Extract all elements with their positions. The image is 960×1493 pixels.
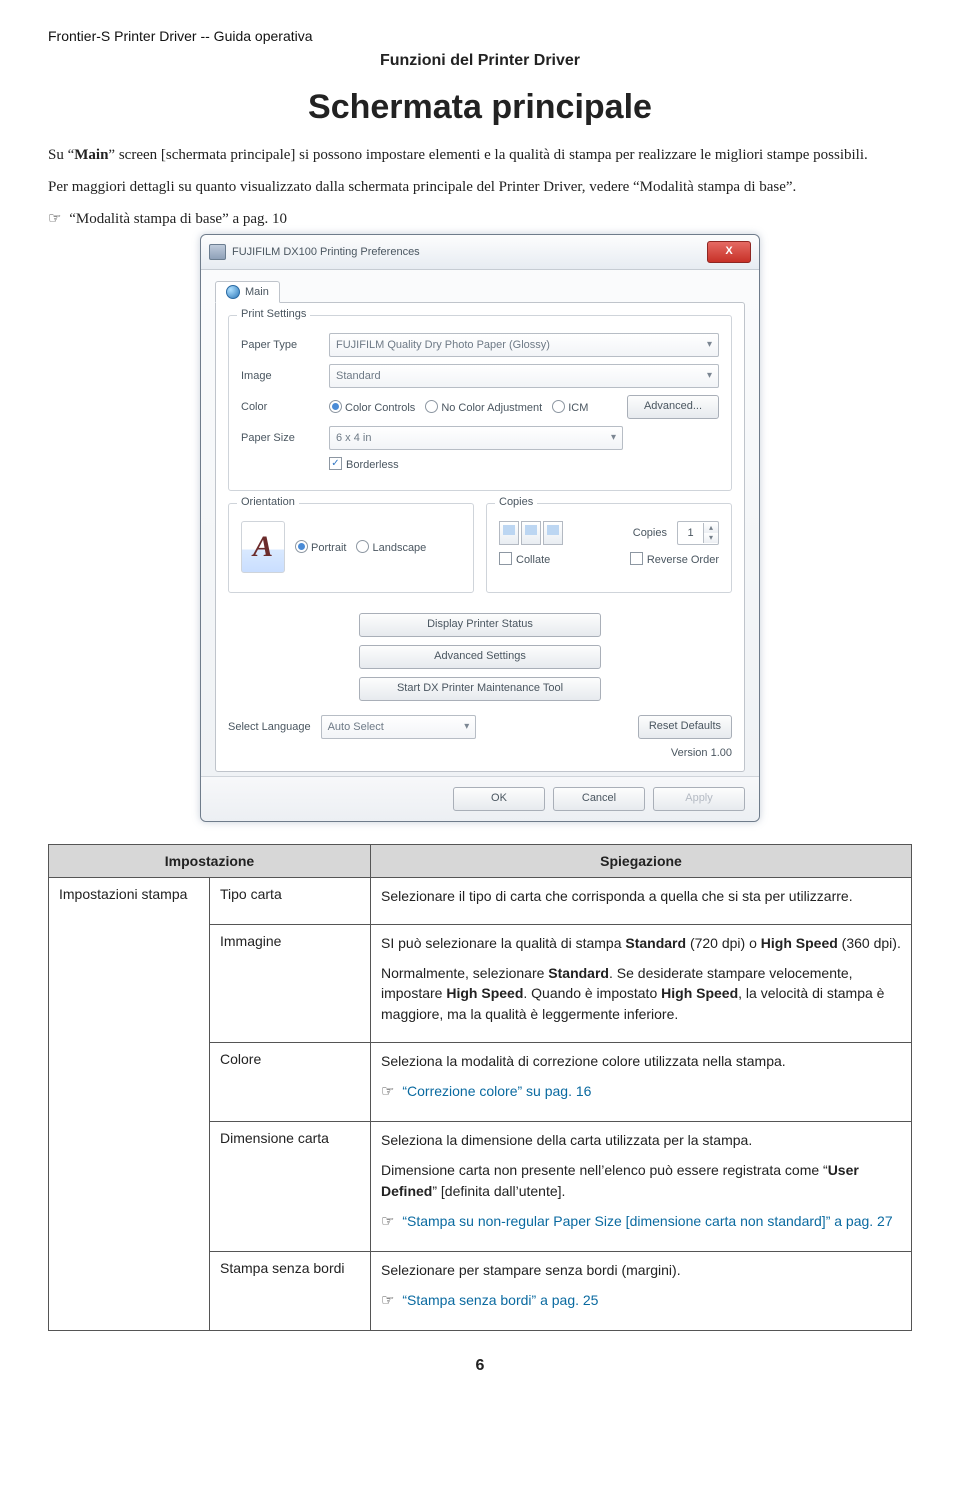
- label-paper-size: Paper Size: [241, 432, 319, 444]
- setting-name: Colore: [210, 1042, 371, 1121]
- radio-color-controls[interactable]: Color Controls: [329, 400, 415, 414]
- cancel-button[interactable]: Cancel: [553, 787, 645, 811]
- checkbox-collate[interactable]: Collate: [499, 552, 550, 566]
- settings-table: Impostazione Spiegazione Impostazioni st…: [48, 844, 912, 1331]
- tab-main[interactable]: Main: [215, 281, 280, 303]
- setting-name: Stampa senza bordi: [210, 1251, 371, 1330]
- pointer-icon: ☞: [381, 1213, 394, 1230]
- radio-portrait[interactable]: Portrait: [295, 540, 346, 554]
- chevron-down-icon: ▾: [707, 339, 712, 350]
- advanced-button[interactable]: Advanced...: [627, 395, 719, 419]
- display-printer-status-button[interactable]: Display Printer Status: [359, 613, 601, 637]
- label-select-language: Select Language: [228, 721, 311, 733]
- chevron-up-icon[interactable]: ▴: [704, 523, 718, 533]
- chevron-down-icon: ▾: [611, 432, 616, 443]
- close-button[interactable]: X: [707, 241, 751, 263]
- page-number: 6: [48, 1357, 912, 1375]
- label-color: Color: [241, 401, 319, 413]
- pointer-icon: ☞: [381, 1292, 394, 1309]
- checkbox-reverse-order[interactable]: Reverse Order: [630, 552, 719, 566]
- chevron-down-icon: ▾: [464, 721, 469, 732]
- start-maintenance-tool-button[interactable]: Start DX Printer Maintenance Tool: [359, 677, 601, 701]
- category-cell: Impostazioni stampa: [49, 877, 210, 1330]
- group-print-settings: Print Settings: [237, 308, 310, 320]
- table-row: Impostazioni stampa Tipo carta Seleziona…: [49, 877, 912, 924]
- orientation-preview-icon: A: [241, 521, 285, 573]
- setting-name: Tipo carta: [210, 877, 371, 924]
- radio-no-color-adjustment[interactable]: No Color Adjustment: [425, 400, 542, 414]
- setting-desc: SI può selezionare la qualità di stampa …: [371, 924, 912, 1042]
- header-description: Spiegazione: [371, 844, 912, 877]
- ok-button[interactable]: OK: [453, 787, 545, 811]
- language-combo[interactable]: Auto Select▾: [321, 715, 477, 739]
- advanced-settings-button[interactable]: Advanced Settings: [359, 645, 601, 669]
- group-orientation: Orientation: [237, 496, 299, 508]
- setting-name: Immagine: [210, 924, 371, 1042]
- paper-size-combo[interactable]: 6 x 4 in▾: [329, 426, 623, 450]
- radio-icm[interactable]: ICM: [552, 400, 588, 414]
- label-paper-type: Paper Type: [241, 339, 319, 351]
- image-combo[interactable]: Standard▾: [329, 364, 719, 388]
- chevron-down-icon: ▾: [707, 370, 712, 381]
- printing-preferences-dialog: FUJIFILM DX100 Printing Preferences X Ma…: [200, 234, 760, 822]
- group-copies: Copies: [495, 496, 537, 508]
- setting-name: Dimensione carta: [210, 1122, 371, 1252]
- cross-reference-1: ☞ “Modalità stampa di base” a pag. 10: [48, 209, 912, 228]
- running-head: Frontier-S Printer Driver -- Guida opera…: [48, 28, 912, 44]
- checkbox-borderless[interactable]: Borderless: [329, 457, 399, 471]
- intro-paragraph-1: Su “Main” screen [schermata principale] …: [48, 145, 912, 167]
- apply-button[interactable]: Apply: [653, 787, 745, 811]
- label-image: Image: [241, 370, 319, 382]
- printer-icon: [209, 244, 226, 260]
- setting-desc: Seleziona la modalità di correzione colo…: [371, 1042, 912, 1121]
- radio-landscape[interactable]: Landscape: [356, 540, 426, 554]
- setting-desc: Seleziona la dimensione della carta util…: [371, 1122, 912, 1252]
- pointer-icon: ☞: [381, 1083, 394, 1100]
- paper-type-combo[interactable]: FUJIFILM Quality Dry Photo Paper (Glossy…: [329, 333, 719, 357]
- setting-desc: Selezionare il tipo di carta che corrisp…: [371, 877, 912, 924]
- dialog-title: FUJIFILM DX100 Printing Preferences: [232, 246, 420, 258]
- version-label: Version 1.00: [228, 747, 732, 759]
- chevron-down-icon[interactable]: ▾: [704, 533, 718, 543]
- section-heading: Funzioni del Printer Driver: [48, 52, 912, 70]
- label-copies: Copies: [633, 527, 667, 539]
- reset-defaults-button[interactable]: Reset Defaults: [638, 715, 732, 739]
- copies-preview-icon: [499, 521, 563, 545]
- page-title: Schermata principale: [48, 88, 912, 127]
- pointer-icon: ☞: [48, 211, 61, 227]
- globe-icon: [226, 285, 240, 299]
- copies-spinner[interactable]: 1 ▴▾: [677, 521, 719, 545]
- header-setting: Impostazione: [49, 844, 371, 877]
- setting-desc: Selezionare per stampare senza bordi (ma…: [371, 1251, 912, 1330]
- intro-paragraph-2: Per maggiori dettagli su quanto visualiz…: [48, 177, 912, 199]
